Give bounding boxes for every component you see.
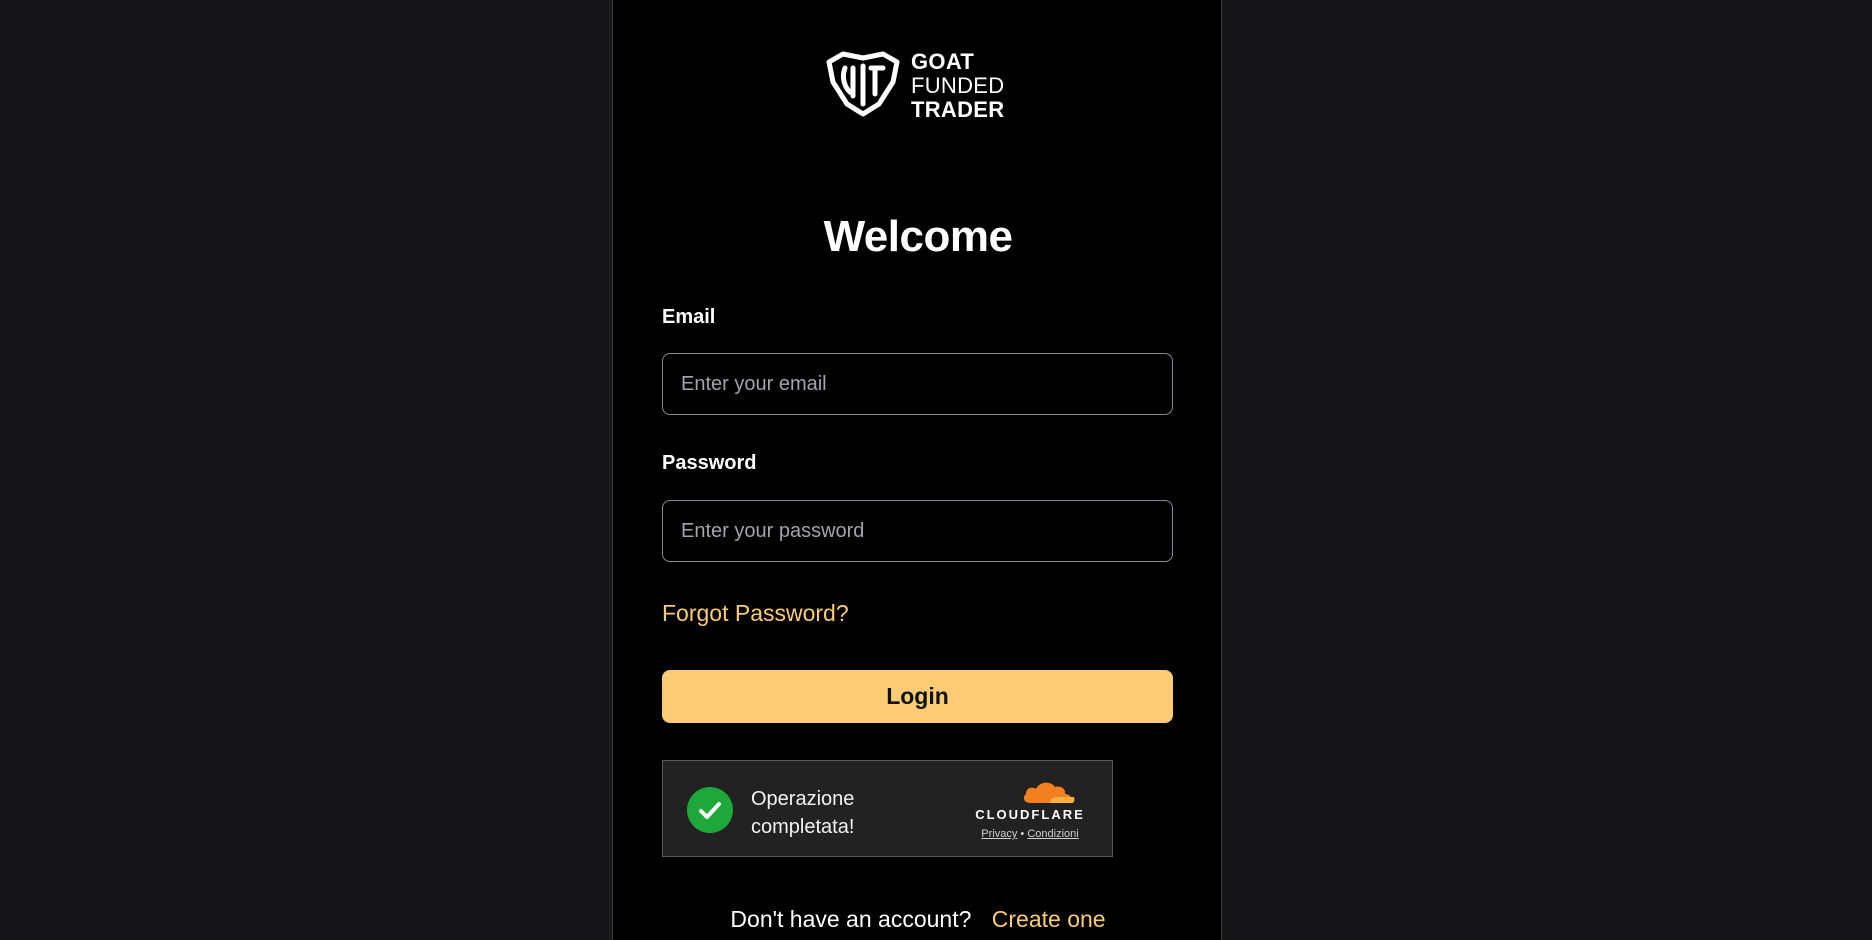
email-input[interactable] (662, 353, 1173, 415)
email-label: Email (662, 306, 716, 328)
signup-question: Don't have an account? (730, 906, 972, 932)
password-input[interactable] (662, 500, 1173, 562)
cloudflare-wordmark: CLOUDFLARE (975, 807, 1085, 822)
captcha-status: Operazione completata! (751, 785, 911, 841)
forgot-password-link[interactable]: Forgot Password? (662, 600, 849, 627)
cloudflare-brand: CLOUDFLARE Privacy • Condizioni (970, 779, 1090, 840)
brand-line-2: FUNDED (911, 72, 1005, 98)
brand-line-3: TRADER (911, 96, 1005, 122)
create-account-link[interactable]: Create one (992, 906, 1106, 932)
cloudflare-cloud-icon (970, 779, 1090, 805)
terms-link[interactable]: Condizioni (1027, 828, 1078, 840)
goat-shield-icon (823, 48, 903, 123)
brand-logo[interactable]: GOAT FUNDED TRADER (823, 48, 1004, 123)
brand-line-1: GOAT (911, 48, 975, 74)
captcha-status-line-2: completata! (751, 816, 855, 838)
signup-prompt: Don't have an account? Create one (613, 906, 1223, 933)
link-separator: • (1020, 828, 1025, 840)
brand-wordmark: GOAT FUNDED TRADER (911, 48, 1005, 122)
login-panel: GOAT FUNDED TRADER Welcome Email Passwor… (612, 0, 1222, 940)
cloudflare-turnstile-widget: Operazione completata! CLOUDFLARE Privac… (662, 760, 1113, 857)
password-label: Password (662, 452, 757, 474)
cloudflare-links: Privacy • Condizioni (970, 828, 1090, 840)
login-button[interactable]: Login (662, 670, 1173, 723)
captcha-status-line-1: Operazione (751, 788, 855, 810)
privacy-link[interactable]: Privacy (981, 828, 1017, 840)
check-icon (687, 787, 733, 833)
page-title: Welcome (823, 212, 1013, 261)
